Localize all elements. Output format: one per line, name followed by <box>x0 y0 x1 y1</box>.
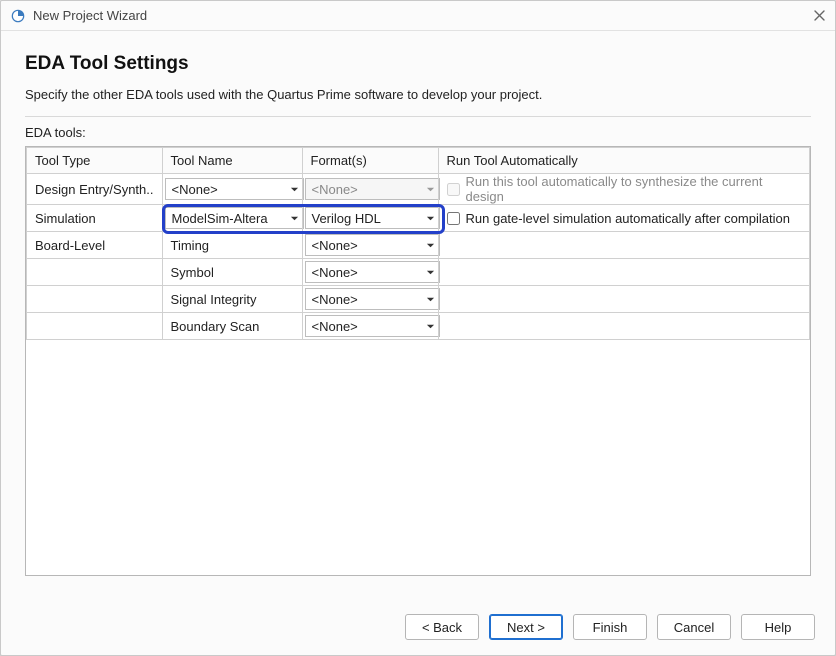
empty-cell <box>438 313 810 340</box>
cell-tool-type-empty <box>27 313 163 340</box>
empty-cell <box>438 232 810 259</box>
finish-button[interactable]: Finish <box>573 614 647 640</box>
board-boundary-format-select[interactable]: <None> <box>305 315 440 337</box>
design-entry-run-label: Run this tool automatically to synthesiz… <box>466 174 802 204</box>
design-entry-format-value: <None> <box>312 182 358 197</box>
cell-tool-type: Simulation <box>27 205 163 232</box>
simulation-run-cell: Run gate-level simulation automatically … <box>439 211 810 226</box>
wizard-window: New Project Wizard EDA Tool Settings Spe… <box>0 0 836 656</box>
chevron-down-icon <box>290 185 299 194</box>
board-sub-label: Timing <box>162 232 302 259</box>
simulation-run-checkbox[interactable] <box>447 212 460 225</box>
design-entry-run-checkbox <box>447 183 460 196</box>
empty-cell <box>438 286 810 313</box>
simulation-toolname-value: ModelSim-Altera <box>172 211 268 226</box>
header-row: Tool Type Tool Name Format(s) Run Tool A… <box>27 148 810 174</box>
chevron-down-icon <box>426 214 435 223</box>
next-button[interactable]: Next > <box>489 614 563 640</box>
chevron-down-icon <box>426 295 435 304</box>
cell-tool-type-empty <box>27 259 163 286</box>
simulation-format-select[interactable]: Verilog HDL <box>305 207 440 229</box>
chevron-down-icon <box>426 241 435 250</box>
chevron-down-icon <box>426 322 435 331</box>
page-title: EDA Tool Settings <box>25 53 811 75</box>
board-boundary-format-value: <None> <box>312 319 358 334</box>
board-timing-format-value: <None> <box>312 238 358 253</box>
chevron-down-icon <box>426 268 435 277</box>
simulation-format-value: Verilog HDL <box>312 211 381 226</box>
col-header-formats: Format(s) <box>302 148 438 174</box>
board-symbol-format-select[interactable]: <None> <box>305 261 440 283</box>
board-timing-format-select[interactable]: <None> <box>305 234 440 256</box>
design-entry-run-cell: Run this tool automatically to synthesiz… <box>439 174 810 204</box>
row-board-timing: Board-Level Timing <None> <box>27 232 810 259</box>
content-area: EDA Tool Settings Specify the other EDA … <box>1 31 835 599</box>
cell-tool-type-empty <box>27 286 163 313</box>
titlebar: New Project Wizard <box>1 1 835 31</box>
app-icon <box>11 9 25 23</box>
simulation-toolname-select[interactable]: ModelSim-Altera <box>165 207 304 229</box>
row-board-boundary: Boundary Scan <None> <box>27 313 810 340</box>
cancel-button[interactable]: Cancel <box>657 614 731 640</box>
empty-cell <box>438 259 810 286</box>
row-simulation: Simulation ModelSim-Altera Veri <box>27 205 810 232</box>
eda-tools-table: Tool Type Tool Name Format(s) Run Tool A… <box>25 146 811 576</box>
design-entry-toolname-value: <None> <box>172 182 218 197</box>
board-sub-label: Boundary Scan <box>162 313 302 340</box>
window-title: New Project Wizard <box>33 8 147 23</box>
help-button[interactable]: Help <box>741 614 815 640</box>
design-entry-format-select: <None> <box>305 178 440 200</box>
wizard-footer: < Back Next > Finish Cancel Help <box>1 599 835 655</box>
separator <box>25 116 811 117</box>
board-sub-label: Symbol <box>162 259 302 286</box>
row-board-symbol: Symbol <None> <box>27 259 810 286</box>
row-board-sigint: Signal Integrity <None> <box>27 286 810 313</box>
close-icon[interactable] <box>814 9 825 23</box>
col-header-tool-type: Tool Type <box>27 148 163 174</box>
section-label: EDA tools: <box>25 125 811 140</box>
row-design-entry: Design Entry/Synth.. <None> <No <box>27 174 810 205</box>
cell-tool-type: Design Entry/Synth.. <box>27 174 163 205</box>
board-sub-label: Signal Integrity <box>162 286 302 313</box>
simulation-run-label: Run gate-level simulation automatically … <box>466 211 790 226</box>
board-sigint-format-select[interactable]: <None> <box>305 288 440 310</box>
cell-tool-type: Board-Level <box>27 232 163 259</box>
design-entry-toolname-select[interactable]: <None> <box>165 178 304 200</box>
col-header-run-auto: Run Tool Automatically <box>438 148 810 174</box>
chevron-down-icon <box>290 214 299 223</box>
page-description: Specify the other EDA tools used with th… <box>25 87 811 102</box>
col-header-tool-name: Tool Name <box>162 148 302 174</box>
back-button[interactable]: < Back <box>405 614 479 640</box>
board-symbol-format-value: <None> <box>312 265 358 280</box>
chevron-down-icon <box>426 185 435 194</box>
board-sigint-format-value: <None> <box>312 292 358 307</box>
